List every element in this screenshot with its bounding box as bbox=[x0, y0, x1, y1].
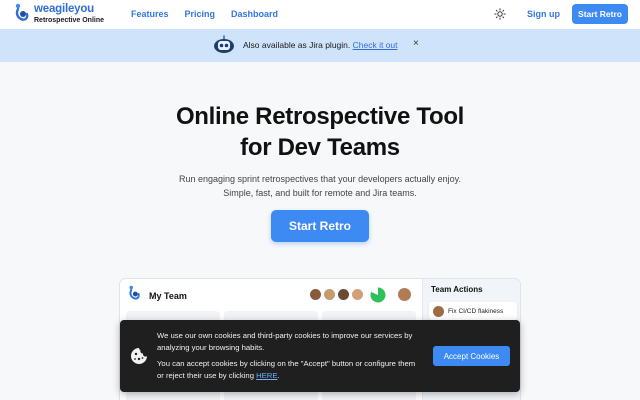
nav-links: Features Pricing Dashboard bbox=[131, 9, 294, 19]
avatar bbox=[337, 288, 350, 301]
jira-banner: Also available as Jira plugin. Check it … bbox=[0, 29, 640, 62]
hero-subtitle: Run engaging sprint retrospectives that … bbox=[0, 172, 640, 200]
close-icon[interactable]: × bbox=[413, 38, 419, 49]
cookie-icon bbox=[131, 348, 147, 364]
signup-link[interactable]: Sign up bbox=[527, 9, 560, 19]
check-it-out-link[interactable]: Check it out bbox=[353, 40, 398, 50]
action-item-text: Fix CI/CD flakiness bbox=[448, 307, 504, 315]
hero-sub-line1: Run engaging sprint retrospectives that … bbox=[179, 174, 461, 184]
brand-tagline: Retrospective Online bbox=[34, 16, 105, 24]
avatar bbox=[433, 305, 444, 317]
brand-logo[interactable]: weagileyou Retrospective Online bbox=[14, 3, 104, 25]
hero-title: Online Retrospective Tool for Dev Teams bbox=[0, 101, 640, 163]
team-actions-title: Team Actions bbox=[431, 285, 483, 294]
nav-link-features[interactable]: Features bbox=[131, 9, 169, 19]
cookie-period: . bbox=[277, 370, 280, 380]
logo-icon bbox=[15, 3, 29, 21]
cookie-message: We use our own cookies and third-party c… bbox=[157, 331, 413, 352]
action-item[interactable]: Fix CI/CD flakiness bbox=[429, 302, 517, 320]
hero-start-retro-button[interactable]: Start Retro bbox=[271, 210, 369, 242]
team-avatars bbox=[309, 288, 365, 301]
sun-icon[interactable] bbox=[494, 8, 506, 20]
cookie-message-2-text: You can accept cookies by clicking on th… bbox=[157, 359, 416, 380]
top-nav: weagileyou Retrospective Online Features… bbox=[0, 0, 640, 29]
avatar bbox=[351, 288, 364, 301]
banner-text: Also available as Jira plugin. Check it … bbox=[243, 40, 398, 50]
hero-sub-line2: Simple, fast, and built for remote and J… bbox=[223, 188, 417, 198]
progress-pie-icon bbox=[370, 287, 386, 303]
robot-icon bbox=[214, 35, 234, 53]
accept-cookies-button[interactable]: Accept Cookies bbox=[433, 346, 510, 366]
nav-link-dashboard[interactable]: Dashboard bbox=[231, 9, 278, 19]
avatar bbox=[309, 288, 322, 301]
avatar bbox=[398, 288, 411, 301]
hero-title-line2: for Dev Teams bbox=[240, 134, 400, 161]
team-title: My Team bbox=[149, 291, 187, 301]
avatar bbox=[323, 288, 336, 301]
cookie-banner: We use our own cookies and third-party c… bbox=[120, 320, 520, 392]
team-logo-icon bbox=[129, 285, 140, 300]
banner-message: Also available as Jira plugin. bbox=[243, 40, 351, 50]
brand-name: weagileyou bbox=[34, 3, 94, 16]
cookie-settings-link[interactable]: HERE bbox=[256, 371, 277, 380]
cookie-message-2: You can accept cookies by clicking on th… bbox=[157, 358, 417, 381]
hero-title-line1: Online Retrospective Tool bbox=[175, 103, 465, 130]
nav-link-pricing[interactable]: Pricing bbox=[185, 9, 216, 19]
start-retro-button[interactable]: Start Retro bbox=[572, 4, 628, 24]
